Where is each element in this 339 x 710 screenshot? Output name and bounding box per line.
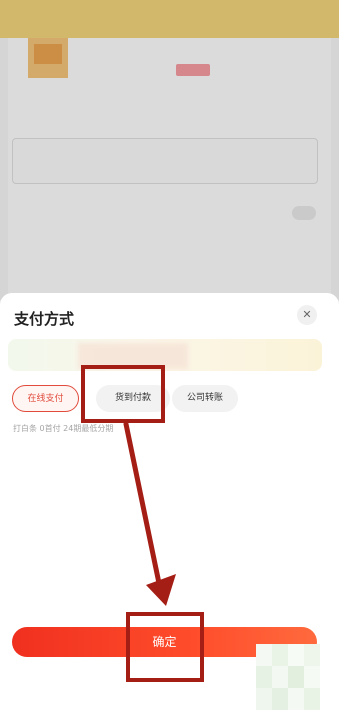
highlight-box-confirm (126, 612, 204, 682)
sheet-title: 支付方式 (14, 310, 75, 328)
close-icon[interactable]: ✕ (297, 305, 317, 325)
option-online-payment[interactable]: 在线支付 (12, 385, 79, 412)
pixelated-corner (256, 644, 320, 710)
payment-options: 在线支付 货到付款 公司转账 (12, 385, 326, 413)
installment-note: 打白条 0首付 24期最低分期 (13, 424, 114, 433)
highlight-box-cod (81, 365, 165, 423)
option-company-transfer[interactable]: 公司转账 (172, 385, 238, 412)
promo-banner[interactable] (8, 339, 322, 371)
